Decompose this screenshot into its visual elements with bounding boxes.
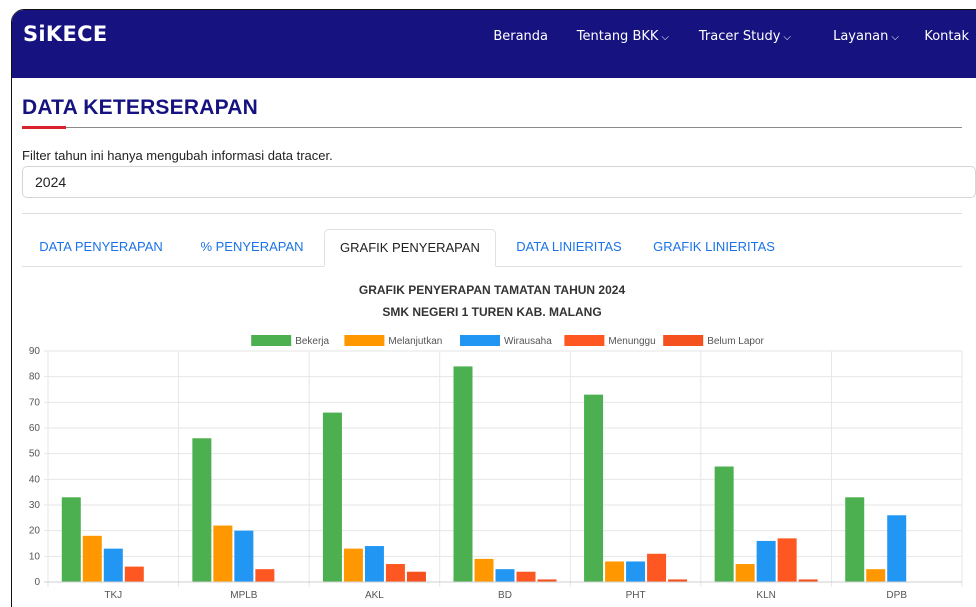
x-tick-label: BD (498, 590, 512, 601)
chevron-down-icon: ⌵ (783, 32, 791, 43)
bar (735, 564, 755, 582)
bar (626, 561, 646, 582)
bar (887, 515, 907, 582)
y-tick-label: 0 (34, 577, 40, 588)
bar (474, 558, 494, 582)
y-tick-label: 50 (29, 449, 41, 460)
nav-item-tentang-bkk[interactable]: Tentang BKK ⌵ (577, 29, 669, 44)
x-tick-label: MPLB (230, 590, 258, 601)
bar (124, 566, 144, 582)
x-tick-label: AKL (365, 590, 384, 601)
legend-swatch (564, 335, 605, 346)
bar (756, 540, 776, 582)
chart-subtitle: SMK NEGERI 1 TUREN KAB. MALANG (382, 305, 602, 319)
page-title: DATA KETERSERAPAN (22, 96, 258, 119)
legend-swatch (663, 335, 704, 346)
bar (406, 571, 426, 582)
bar (385, 564, 405, 582)
nav-item-tracer-study[interactable]: Tracer Study ⌵ (699, 29, 791, 44)
x-tick-label: PHT (626, 590, 646, 601)
y-tick-label: 90 (29, 346, 41, 357)
year-filter-input[interactable]: 2024 (22, 166, 976, 198)
bar (364, 546, 384, 582)
bar (866, 569, 886, 582)
y-tick-label: 20 (29, 526, 41, 537)
bar (213, 525, 233, 582)
bar (82, 535, 102, 582)
nav-item-label: Layanan (833, 29, 889, 44)
bar (647, 553, 667, 582)
legend-label: Wirausaha (504, 336, 552, 347)
bar (714, 466, 734, 582)
section-divider (22, 213, 962, 214)
tab-persen-penyerapan[interactable]: % PENYERAPAN (192, 229, 312, 265)
nav-item-label: Beranda (493, 29, 548, 44)
legend-label: Belum Lapor (707, 336, 764, 347)
legend-swatch (344, 335, 385, 346)
legend-swatch (460, 335, 500, 346)
y-tick-label: 10 (29, 551, 41, 562)
bar (453, 366, 473, 582)
x-tick-label: DPB (886, 590, 907, 601)
bar (61, 497, 81, 582)
nav-item-kontak[interactable]: Kontak (924, 29, 969, 44)
bar-chart: Bekerja Melanjutkan Wirausaha Menunggu Belum… (29, 335, 963, 601)
bar (605, 561, 625, 582)
bar (234, 530, 254, 582)
nav-item-layanan[interactable]: Layanan ⌵ (833, 29, 899, 44)
tab-grafik-linieritas[interactable]: GRAFIK LINIERITAS (644, 229, 784, 265)
bar (495, 569, 515, 582)
bar (192, 438, 212, 582)
y-tick-label: 80 (29, 372, 41, 383)
y-tick-label: 70 (29, 397, 41, 408)
bar (845, 497, 865, 582)
chevron-down-icon: ⌵ (891, 32, 899, 43)
y-tick-label: 60 (29, 423, 41, 434)
x-tick-label: TKJ (104, 590, 122, 601)
bar (343, 548, 363, 582)
bar (516, 571, 536, 582)
bar (777, 538, 797, 582)
navbar: SiKECE Beranda Tentang BKK ⌵ Tracer Study… (12, 10, 976, 78)
tab-grafik-penyerapan[interactable]: GRAFIK PENYERAPAN (324, 229, 496, 267)
title-divider (22, 127, 962, 128)
y-tick-label: 30 (29, 500, 41, 511)
legend-label: Bekerja (295, 336, 329, 347)
bar (584, 394, 604, 582)
y-tick-label: 40 (29, 474, 41, 485)
legend-swatch (251, 335, 292, 346)
browser-viewport: SiKECE Beranda Tentang BKK ⌵ Tracer Study… (12, 10, 976, 607)
nav-item-label: Tentang BKK (576, 29, 659, 44)
tab-bar: DATA PENYERAPAN % PENYERAPAN GRAFIK PENY… (22, 229, 962, 267)
legend-label: Melanjutkan (388, 336, 442, 347)
bar (103, 548, 123, 582)
year-filter-value: 2024 (35, 174, 67, 190)
tab-data-penyerapan[interactable]: DATA PENYERAPAN (22, 229, 180, 265)
nav-item-label: Tracer Study (698, 29, 781, 44)
bar (322, 412, 342, 582)
nav-item-beranda[interactable]: Beranda (493, 29, 548, 44)
title-accent-underline (22, 126, 66, 129)
chart-title: GRAFIK PENYERAPAN TAMATAN TAHUN 2024 (358, 283, 626, 297)
brand-logo[interactable]: SiKECE (23, 22, 108, 46)
chevron-down-icon: ⌵ (661, 32, 669, 43)
bar (255, 569, 275, 582)
x-tick-label: KLN (756, 590, 775, 601)
filter-label: Filter tahun ini hanya mengubah informas… (22, 148, 333, 163)
tab-data-linieritas[interactable]: DATA LINIERITAS (504, 229, 634, 265)
nav-item-label: Kontak (924, 29, 969, 44)
legend-label: Menunggu (608, 336, 655, 347)
